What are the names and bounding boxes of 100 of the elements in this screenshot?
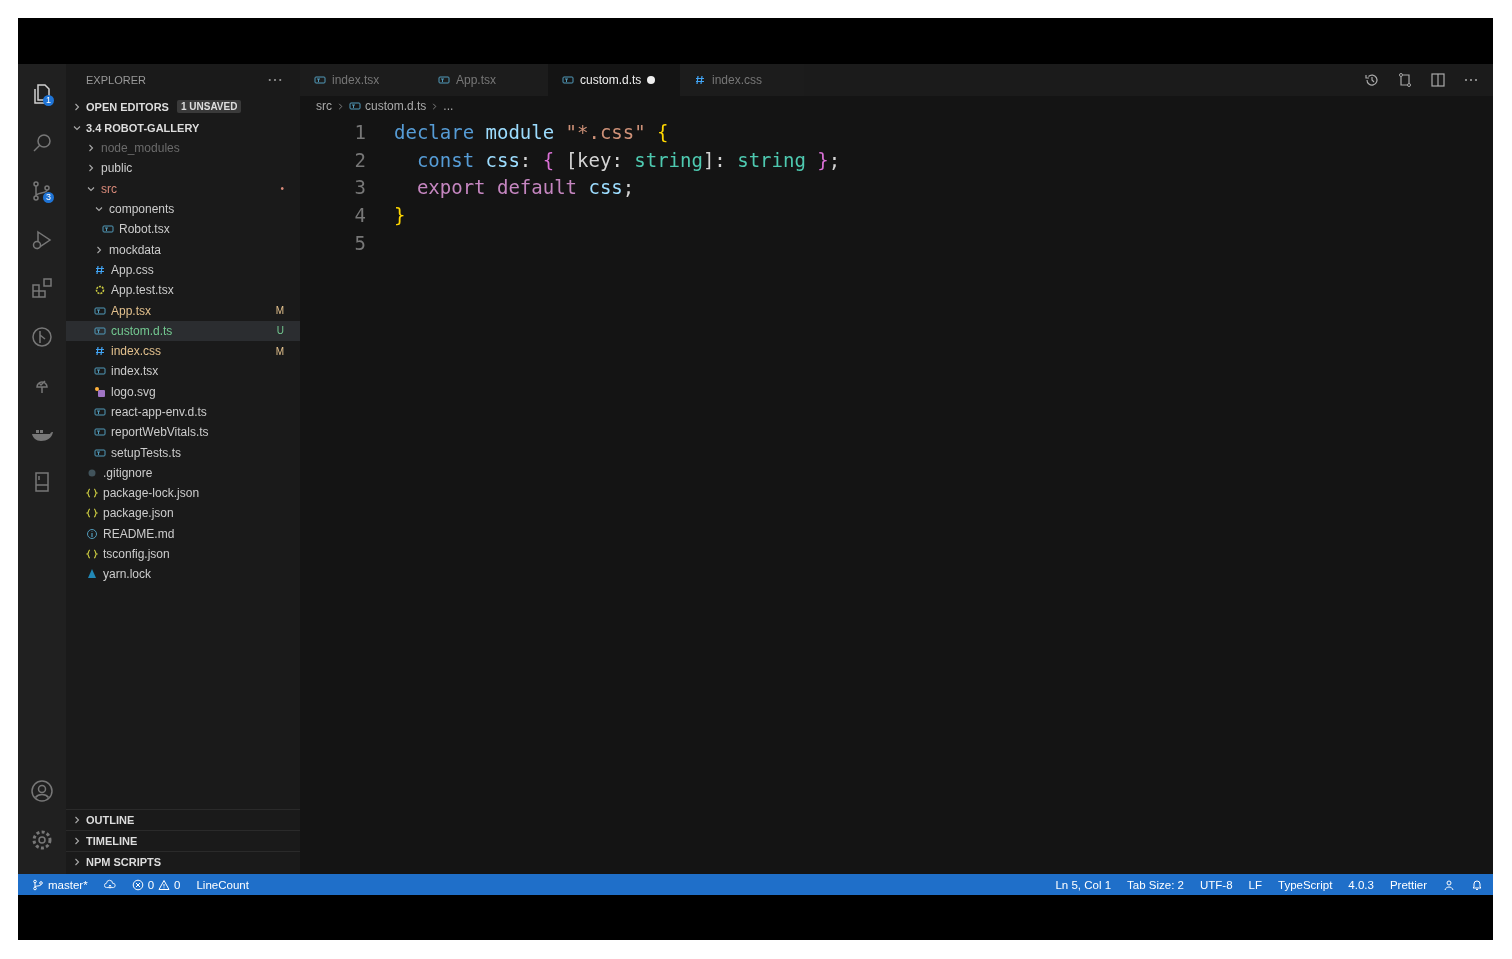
info-file-icon (86, 527, 98, 540)
file-name: tsconfig.json (103, 547, 171, 562)
hash-file-icon (94, 263, 106, 276)
chevron-right-icon (72, 815, 82, 825)
file-item[interactable]: setupTests.ts (66, 442, 300, 463)
typescript-file-icon (562, 74, 574, 86)
typescript-file-icon (438, 74, 450, 86)
code-line: export default css; (415, 176, 635, 199)
chevron-right-icon (430, 101, 440, 111)
count-badge: 1 (43, 95, 54, 106)
yarn-file-icon (86, 568, 98, 581)
chevron-right-icon (72, 836, 82, 846)
unsaved-dot-icon (647, 76, 656, 84)
count-badge: 3 (43, 192, 54, 203)
file-name: setupTests.ts (111, 445, 183, 460)
section-title: OUTLINE (86, 814, 135, 826)
branch-status[interactable]: master* (32, 878, 88, 891)
editor-tab[interactable]: custom.d.ts (548, 64, 680, 96)
git-status-label: M (275, 305, 284, 316)
section-header[interactable]: 3.4 ROBOT-GALLERY (66, 117, 300, 138)
chevron-right-icon (336, 101, 345, 111)
folder-item[interactable]: src • (66, 178, 300, 199)
file-item[interactable]: reportWebVitals.ts (66, 422, 300, 443)
folder-item[interactable]: components (66, 198, 300, 220)
sidebar-title: EXPLORER (86, 74, 146, 86)
file-item[interactable]: logo.svg (66, 381, 300, 402)
status-item[interactable]: 4.0.3 (1348, 878, 1374, 891)
line-number: 3 (353, 176, 367, 199)
file-item[interactable]: index.css M (66, 340, 300, 362)
braces-file-icon (86, 487, 98, 500)
status-item[interactable]: UTF-8 (1200, 878, 1233, 891)
file-item[interactable]: package-lock.json (66, 483, 300, 504)
section-header[interactable]: OPEN EDITORS 1 UNSAVED (66, 96, 300, 117)
file-name: index.tsx (111, 364, 160, 379)
typescript-file-icon (94, 365, 106, 378)
file-item[interactable]: custom.d.ts U (66, 320, 300, 341)
file-item[interactable]: README.md (66, 523, 300, 544)
breadcrumb[interactable]: ... (443, 99, 454, 113)
file-item[interactable]: App.test.tsx (66, 280, 300, 301)
file-item[interactable]: index.tsx (66, 361, 300, 382)
status-item[interactable]: Tab Size: 2 (1127, 878, 1184, 891)
breadcrumb[interactable]: src (316, 99, 332, 113)
section-header[interactable]: TIMELINE (66, 830, 300, 851)
split-editor-icon[interactable] (1430, 72, 1446, 88)
file-item[interactable]: App.css (66, 259, 300, 281)
line-number: 2 (353, 148, 367, 171)
file-name: custom.d.ts (111, 323, 174, 338)
section-title: OPEN EDITORS (86, 100, 169, 113)
typescript-file-icon (94, 446, 106, 459)
chevron-right-icon (94, 244, 104, 255)
file-item[interactable]: App.tsx M (66, 300, 300, 321)
code-line: const css: { [key: string]: string }; (415, 148, 841, 171)
folder-item[interactable]: public (66, 158, 300, 179)
gear-file-icon (94, 284, 106, 297)
file-name: components (109, 202, 176, 217)
typescript-file-icon (349, 100, 361, 112)
breadcrumb[interactable]: custom.d.ts (365, 99, 427, 113)
line-number: 1 (353, 120, 367, 143)
extensions-icon[interactable] (30, 276, 54, 301)
file-item[interactable]: .gitignore (66, 462, 300, 484)
section-header[interactable]: NPM SCRIPTS (66, 851, 300, 872)
git-graph-icon[interactable] (30, 324, 54, 349)
file-name: node_modules (101, 141, 181, 156)
file-item[interactable]: tsconfig.json (66, 543, 300, 565)
status-item[interactable]: Prettier (1389, 878, 1427, 891)
file-name: logo.svg (111, 384, 157, 399)
compare-icon[interactable] (1397, 72, 1413, 88)
typescript-file-icon (94, 304, 106, 317)
status-item[interactable]: Ln 5, Col 1 (1055, 878, 1112, 891)
file-item[interactable]: react-app-env.d.ts (66, 401, 300, 423)
hash-file-icon (694, 74, 706, 86)
section-header[interactable]: OUTLINE (66, 809, 300, 830)
bell-icon[interactable] (1471, 878, 1483, 891)
chevron-right-icon (72, 101, 82, 112)
git-status-label: U (276, 325, 284, 337)
chevron-right-icon (86, 143, 96, 154)
warning-icon (158, 878, 171, 891)
file-item[interactable]: Robot.tsx (66, 219, 300, 240)
account-icon[interactable] (30, 779, 54, 804)
more-icon[interactable] (268, 78, 282, 82)
status-item[interactable]: LineCount (196, 878, 249, 891)
folder-item[interactable]: mockdata (66, 239, 300, 260)
error-icon (131, 878, 144, 891)
status-item[interactable]: TypeScript (1278, 878, 1333, 891)
git-status-label: • (280, 183, 284, 195)
file-name: yarn.lock (103, 567, 153, 582)
section-title: TIMELINE (86, 835, 138, 847)
file-name: package.json (103, 506, 175, 521)
image-file-icon (94, 385, 106, 398)
file-name: App.test.tsx (111, 283, 175, 298)
file-item[interactable]: package.json (66, 503, 300, 524)
cloud-upload-icon[interactable] (103, 878, 116, 891)
typescript-file-icon (94, 406, 106, 418)
code-line: declare module "*.css" { (394, 120, 669, 143)
person-icon[interactable] (1443, 878, 1455, 891)
history-icon[interactable] (1364, 72, 1380, 88)
status-item[interactable]: LF (1248, 878, 1262, 891)
file-item[interactable]: yarn.lock (66, 564, 300, 585)
problems-status[interactable]: 0 0 (131, 878, 181, 891)
file-name: reportWebVitals.ts (111, 425, 210, 440)
